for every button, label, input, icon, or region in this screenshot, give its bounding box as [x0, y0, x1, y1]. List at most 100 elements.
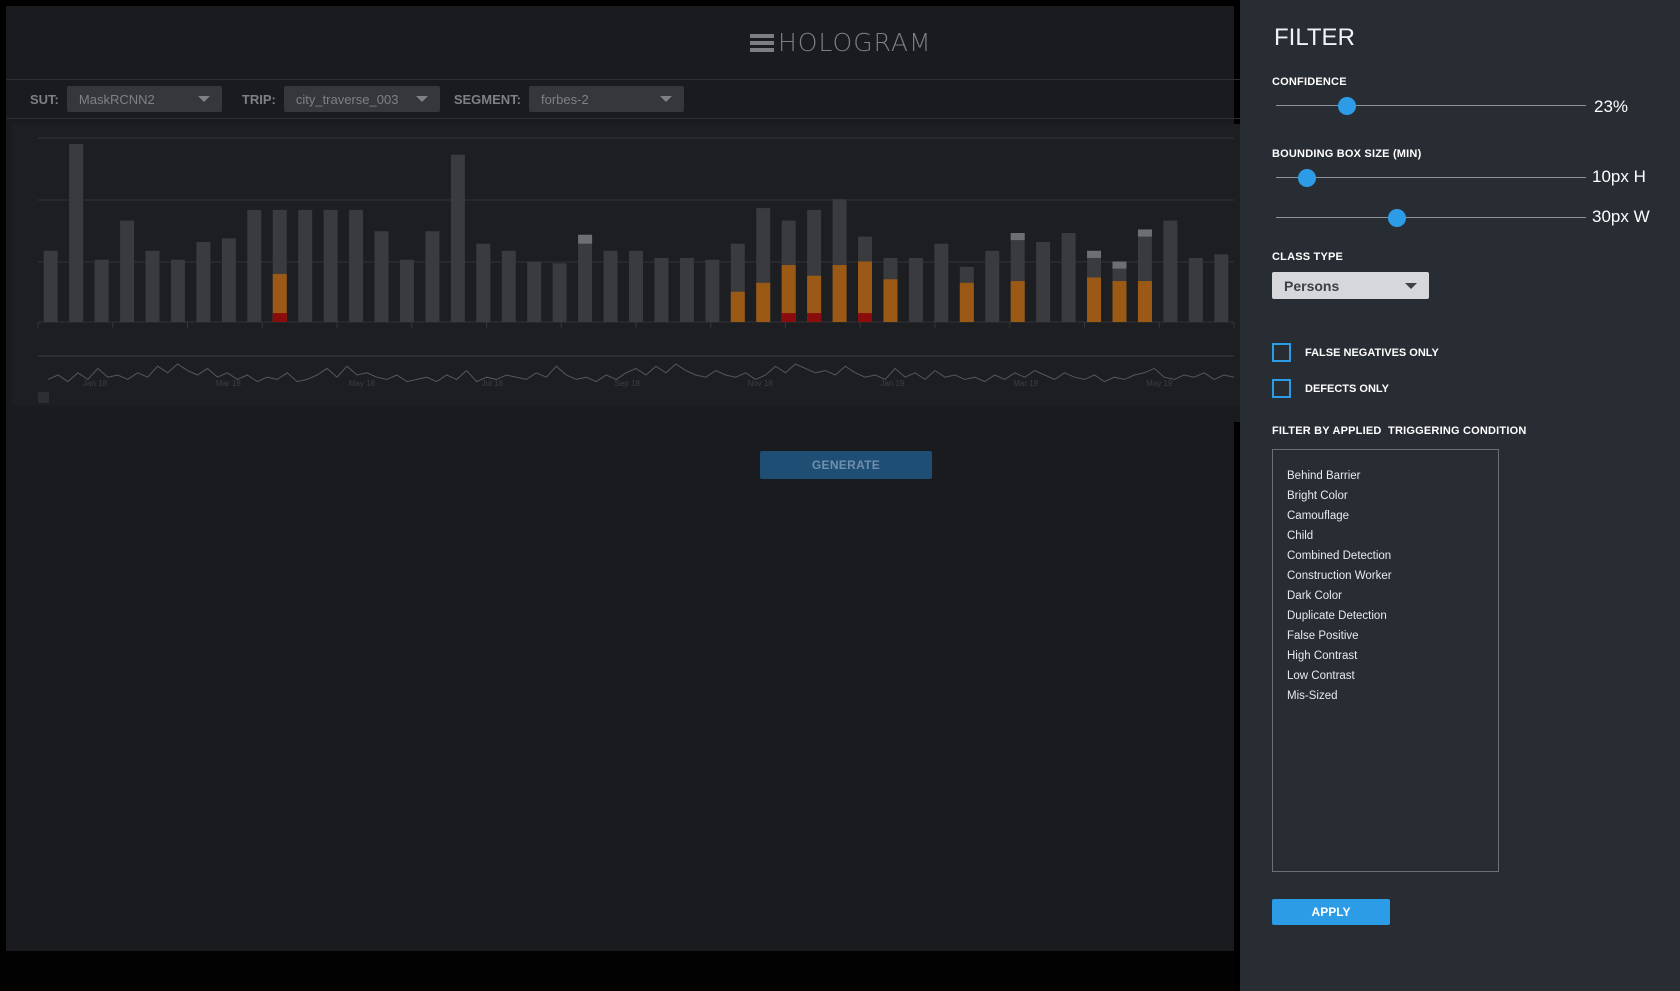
list-item[interactable]: Child	[1287, 526, 1484, 546]
bar-orange-36	[959, 282, 974, 322]
class-type-select[interactable]: Persons	[1272, 272, 1429, 299]
bar-total-6	[196, 241, 211, 322]
false-negatives-checkbox[interactable]	[1272, 343, 1291, 362]
timeline-footer	[12, 406, 1240, 422]
timeline-tick-label-6: Jan 19	[880, 379, 905, 388]
bar-total-15	[425, 231, 440, 322]
bar-total-45	[1188, 257, 1203, 322]
slider-thumb[interactable]	[1387, 209, 1406, 227]
list-item[interactable]: High Contrast	[1287, 646, 1484, 666]
bar-total-1	[69, 144, 84, 322]
timeline-tick-label-1: Mar 18	[216, 379, 241, 388]
class-type-value: Persons	[1284, 277, 1340, 294]
bbox-width-value: 30px W	[1592, 207, 1650, 226]
apply-button[interactable]: APPLY	[1272, 899, 1390, 925]
bar-total-37	[985, 250, 1000, 322]
segment-select[interactable]: forbes-2	[529, 86, 685, 112]
timeline-tick-label-2: May 18	[349, 379, 376, 388]
app-logo: HOLOGRAM	[750, 28, 932, 57]
bar-top-42	[1112, 261, 1127, 269]
slider-thumb[interactable]	[1298, 169, 1316, 187]
bar-total-4	[145, 250, 160, 322]
selector-bar: SUT: MaskRCNN2 TRIP: city_traverse_003 S…	[6, 79, 1240, 119]
confidence-slider[interactable]	[1276, 96, 1586, 116]
list-item[interactable]: Behind Barrier	[1287, 466, 1484, 486]
bar-total-5	[170, 259, 185, 322]
conditions-label: FILTER BY APPLIED TRIGGERING CONDITION	[1272, 425, 1527, 437]
main-app: HOLOGRAM SUT: MaskRCNN2 TRIP: city_trave…	[0, 0, 1240, 991]
chart-canvas: Jan 18 Mar 18 May 18 Jul 18 Sep 18 Nov 18 Jan …	[12, 137, 1240, 422]
bar-total-20	[552, 263, 567, 322]
defects-checkbox-row[interactable]: DEFECTS ONLY	[1272, 379, 1389, 398]
chevron-down-icon	[197, 96, 210, 102]
timeline-tick-label-8: May 19	[1146, 379, 1173, 388]
bbox-height-slider[interactable]	[1276, 168, 1586, 188]
list-item[interactable]: Combined Detection	[1287, 546, 1484, 566]
bar-total-35	[934, 243, 949, 322]
bar-total-24	[654, 257, 669, 322]
defects-label: DEFECTS ONLY	[1305, 382, 1389, 395]
bar-orange-41	[1087, 277, 1102, 322]
bar-total-40	[1061, 233, 1076, 322]
bar-total-7	[221, 238, 236, 322]
bar-top-21	[578, 234, 593, 244]
confidence-value: 23%	[1594, 97, 1629, 116]
confidence-label: CONFIDENCE	[1272, 76, 1347, 88]
app-footer	[0, 951, 1234, 991]
bar-orange-38	[1010, 281, 1025, 322]
triggering-condition-list[interactable]: Behind Barrier Bright Color Camouflage C…	[1272, 449, 1499, 872]
timeline-tick-label-0: Jan 18	[83, 379, 108, 388]
dimmed-content: HOLOGRAM SUT: MaskRCNN2 TRIP: city_trave…	[6, 6, 1240, 951]
bar-red-30	[807, 313, 822, 322]
bar-total-23	[629, 250, 643, 322]
bbox-height-value: 10px H	[1592, 167, 1646, 186]
sut-select[interactable]: MaskRCNN2	[66, 86, 222, 112]
false-negatives-label: FALSE NEGATIVES ONLY	[1305, 346, 1439, 359]
list-item[interactable]: Dark Color	[1287, 586, 1484, 606]
bar-total-19	[527, 261, 542, 322]
bar-red-29	[781, 313, 796, 322]
bar-total-13	[374, 231, 389, 322]
bar-top-38	[1010, 233, 1025, 241]
slider-track	[1276, 105, 1586, 106]
chevron-down-icon	[1405, 282, 1417, 289]
bar-orange-27	[730, 291, 745, 322]
chevron-down-icon	[415, 96, 428, 102]
menu-icon[interactable]	[750, 33, 774, 52]
trip-select[interactable]: city_traverse_003	[283, 86, 440, 112]
timeline-tick-label-5: Nov 18	[747, 379, 773, 388]
bar-total-21	[578, 234, 593, 322]
list-item[interactable]: Construction Worker	[1287, 566, 1484, 586]
bar-top-41	[1087, 250, 1102, 258]
bar-top-43	[1137, 229, 1152, 237]
slider-thumb[interactable]	[1338, 97, 1357, 115]
bar-red-32	[858, 313, 873, 322]
list-item[interactable]: Duplicate Detection	[1287, 606, 1484, 626]
bar-total-25	[679, 257, 694, 322]
slider-track	[1276, 177, 1586, 178]
bar-total-0	[43, 250, 58, 322]
generate-button[interactable]: GENERATE	[760, 451, 932, 479]
sut-label: SUT:	[30, 91, 59, 107]
list-item[interactable]: Bright Color	[1287, 486, 1484, 506]
bar-total-26	[705, 259, 720, 322]
list-item[interactable]: Low Contrast	[1287, 666, 1484, 686]
bar-total-46	[1214, 254, 1229, 322]
list-item[interactable]: Camouflage	[1287, 506, 1484, 526]
sut-value: MaskRCNN2	[78, 91, 155, 107]
bar-total-12	[349, 209, 364, 322]
detection-chart[interactable]: Jan 18 Mar 18 May 18 Jul 18 Sep 18 Nov 18 Jan …	[12, 124, 1240, 422]
trip-value: city_traverse_003	[295, 91, 399, 107]
class-type-label: CLASS TYPE	[1272, 251, 1344, 263]
bar-total-16	[450, 154, 465, 322]
list-item[interactable]: False Positive	[1287, 626, 1484, 646]
defects-checkbox[interactable]	[1272, 379, 1291, 398]
logo-text: HOLOGRAM	[778, 28, 932, 57]
bbox-width-slider[interactable]	[1276, 208, 1586, 228]
list-item[interactable]: Mis-Sized	[1287, 686, 1484, 706]
slider-track	[1276, 217, 1586, 218]
bbox-label: BOUNDING BOX SIZE (MIN)	[1272, 148, 1422, 160]
bar-orange-32	[858, 261, 873, 322]
bar-orange-31	[832, 265, 847, 322]
false-negatives-checkbox-row[interactable]: FALSE NEGATIVES ONLY	[1272, 343, 1439, 362]
